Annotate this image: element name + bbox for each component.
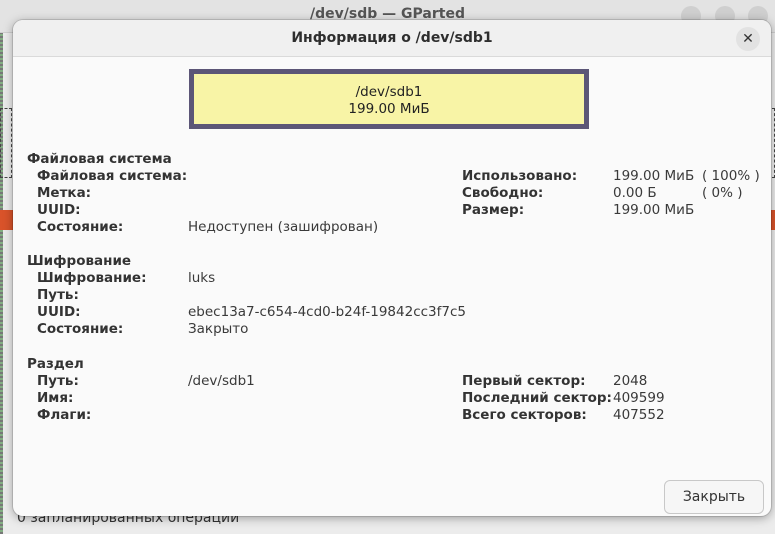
partition-flags-label: Флаги: [37, 407, 92, 423]
desktop-edge [0, 0, 3, 534]
partition-info-dialog: Информация о /dev/sdb1 ✕ /dev/sdb1 199.0… [13, 20, 771, 516]
total-sectors-value: 407552 [613, 407, 665, 423]
dialog-header: Информация о /dev/sdb1 ✕ [13, 20, 771, 57]
filesystem-state-value: Недоступен (зашифрован) [188, 219, 379, 235]
used-label: Использовано: [462, 168, 578, 184]
partition-graphic: /dev/sdb1 199.00 МиБ [189, 69, 589, 129]
dialog-title: Информация о /dev/sdb1 [291, 30, 493, 46]
first-sector-value: 2048 [613, 373, 648, 389]
encryption-uuid-value: ebec13a7-c654-4cd0-b24f-19842cc3f7c5 [188, 304, 466, 320]
partition-map-edge-left [0, 108, 12, 178]
encryption-heading: Шифрование [27, 253, 132, 269]
used-percent: ( 100% ) [702, 168, 760, 184]
total-sectors-label: Всего секторов: [462, 407, 587, 423]
encryption-type-label: Шифрование: [37, 270, 147, 286]
filesystem-type-label: Файловая система: [37, 168, 188, 184]
partition-name-label: Имя: [37, 390, 74, 406]
encryption-type-value: luks [188, 270, 216, 286]
encryption-state-label: Состояние: [37, 321, 124, 337]
partition-graphic-name: /dev/sdb1 [355, 84, 423, 100]
encryption-path-label: Путь: [37, 287, 79, 303]
partition-heading: Раздел [27, 356, 84, 372]
free-label: Свободно: [462, 185, 544, 201]
filesystem-heading: Файловая система [27, 151, 172, 167]
encryption-state-value: Закрыто [188, 321, 249, 337]
used-value: 199.00 МиБ [613, 168, 695, 184]
partition-path-label: Путь: [37, 373, 79, 389]
partition-path-value: /dev/sdb1 [188, 373, 255, 389]
partition-graphic-size: 199.00 МиБ [348, 101, 430, 117]
size-label: Размер: [462, 202, 525, 218]
free-value: 0.00 Б [613, 185, 657, 201]
filesystem-label-label: Метка: [37, 185, 92, 201]
last-sector-label: Последний сектор: [462, 390, 612, 406]
selected-row-left [0, 210, 14, 230]
first-sector-label: Первый сектор: [462, 373, 586, 389]
last-sector-value: 409599 [613, 390, 665, 406]
free-percent: ( 0% ) [702, 185, 743, 201]
size-value: 199.00 МиБ [613, 202, 695, 218]
close-button[interactable]: Закрыть [664, 480, 764, 514]
close-icon[interactable]: ✕ [736, 27, 760, 51]
filesystem-state-label: Состояние: [37, 219, 124, 235]
filesystem-uuid-label: UUID: [37, 202, 81, 218]
encryption-uuid-label: UUID: [37, 304, 81, 320]
